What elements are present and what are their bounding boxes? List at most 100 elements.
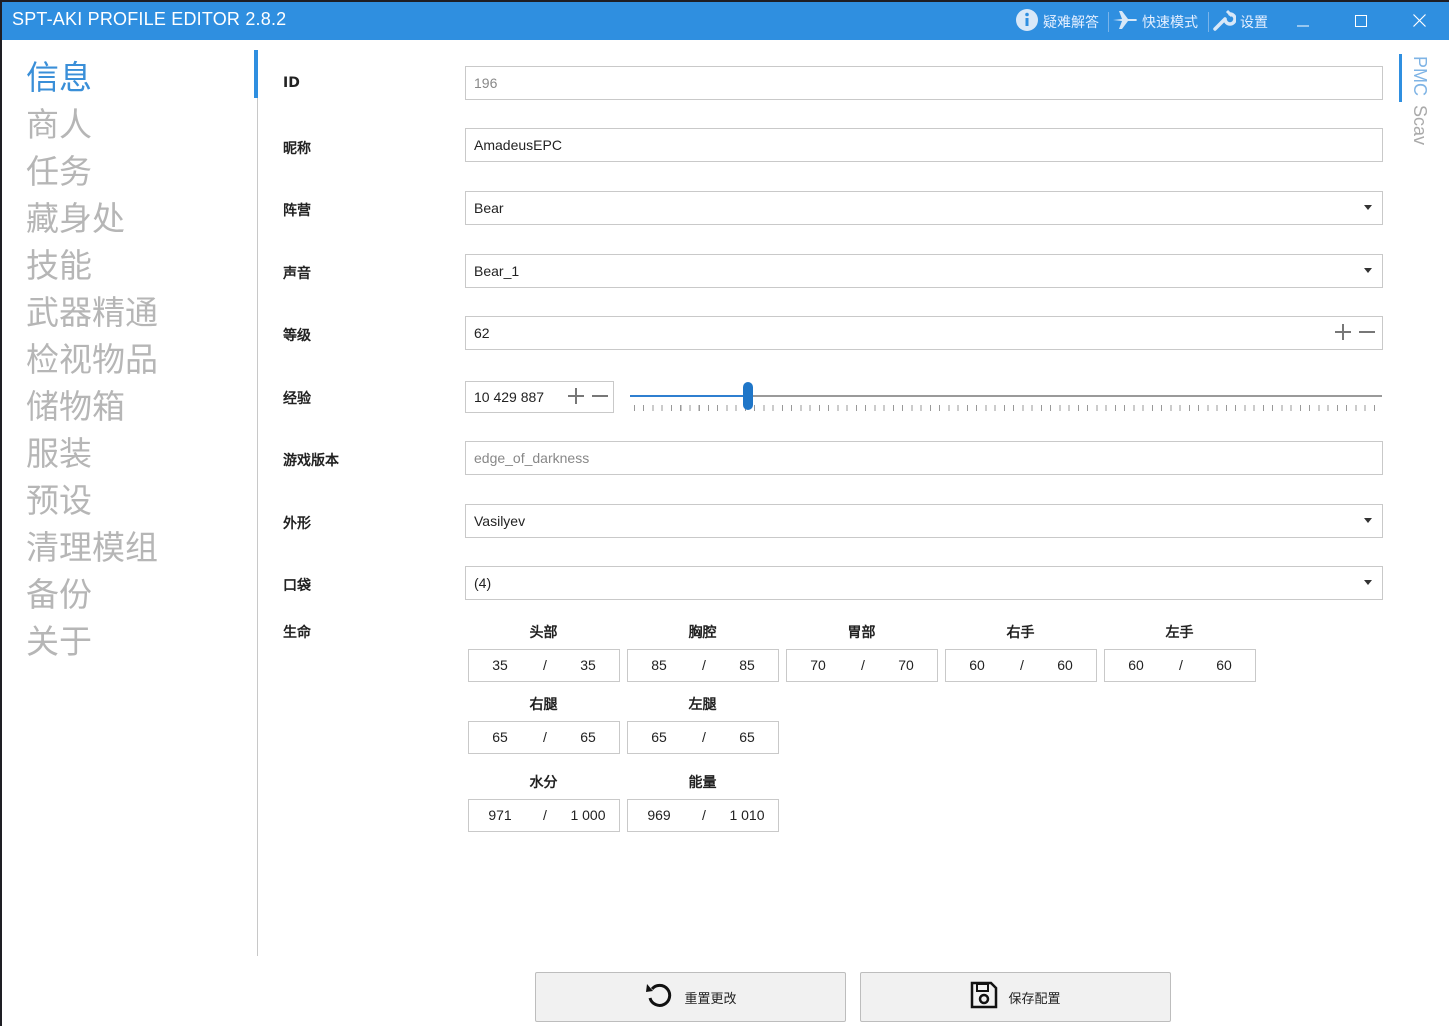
health-part-label: 能量	[688, 775, 717, 791]
pockets-select[interactable]: (4)	[465, 566, 1383, 600]
sidebar-item[interactable]: 技能	[26, 242, 158, 289]
health-max[interactable]: 85	[716, 657, 778, 673]
health-part-label: 胃部	[847, 625, 876, 641]
health-max[interactable]: 60	[1193, 657, 1255, 673]
sidebar-item[interactable]: 任务	[26, 148, 158, 195]
head-value: Vasilyev	[474, 513, 526, 529]
active-nav-indicator	[254, 50, 258, 98]
health-part-field[interactable]: 60 / 60	[945, 649, 1097, 682]
nickname-field[interactable]: AmadeusEPC	[465, 128, 1383, 162]
health-max[interactable]: 70	[875, 657, 937, 673]
health-part-field[interactable]: 60 / 60	[1104, 649, 1256, 682]
divider	[1108, 12, 1109, 32]
close-icon	[1412, 12, 1426, 31]
reset-button[interactable]: 重置更改	[535, 972, 846, 1022]
health-part-field[interactable]: 70 / 70	[786, 649, 938, 682]
level-value: 62	[474, 325, 490, 341]
health-current[interactable]: 85	[628, 657, 690, 673]
level-stepper[interactable]: 62	[465, 316, 1383, 350]
side-value: Bear	[474, 200, 504, 216]
sidebar-item[interactable]: 信息	[26, 54, 158, 101]
health-max[interactable]: 60	[1034, 657, 1096, 673]
tab-pmc[interactable]: PMC	[1410, 56, 1430, 96]
maximize-button[interactable]	[1332, 2, 1390, 40]
health-separator: /	[1179, 657, 1183, 673]
health-max[interactable]: 1 010	[716, 807, 778, 823]
health-separator: /	[543, 729, 547, 745]
voice-label: 声音	[283, 266, 311, 282]
id-field: 196	[465, 66, 1383, 100]
voice-value: Bear_1	[474, 263, 520, 279]
head-label: 外形	[283, 516, 311, 532]
voice-select[interactable]: Bear_1	[465, 254, 1383, 288]
health-part-label: 左手	[1165, 625, 1194, 641]
health-part-field[interactable]: 971 / 1 000	[468, 799, 620, 832]
game-version-field: edge_of_darkness	[465, 441, 1383, 475]
help-command[interactable]: 疑难解答	[1015, 9, 1099, 34]
health-part-field[interactable]: 969 / 1 010	[627, 799, 779, 832]
health-part-field[interactable]: 65 / 65	[627, 721, 779, 754]
health-max[interactable]: 35	[557, 657, 619, 673]
minimize-button[interactable]	[1274, 2, 1332, 40]
health-current[interactable]: 60	[1105, 657, 1167, 673]
chevron-down-icon	[1364, 580, 1372, 585]
health-separator: /	[543, 807, 547, 823]
health-part-field[interactable]: 65 / 65	[468, 721, 620, 754]
settings-command[interactable]: 设置	[1212, 8, 1268, 36]
sidebar-item[interactable]: 武器精通	[26, 289, 158, 336]
minimize-icon	[1297, 12, 1309, 31]
nickname-label: 昵称	[283, 141, 311, 157]
game-version-label: 游戏版本	[283, 453, 339, 469]
health-max[interactable]: 65	[557, 729, 619, 745]
id-label: ID	[283, 75, 300, 91]
slider-thumb[interactable]	[743, 382, 754, 410]
chevron-down-icon	[1364, 518, 1372, 523]
sidebar-item[interactable]: 预设	[26, 477, 158, 524]
health-part-label: 右腿	[529, 697, 558, 713]
health-part-field[interactable]: 35 / 35	[468, 649, 620, 682]
exp-slider[interactable]	[630, 382, 1382, 412]
wrench-icon	[1212, 8, 1237, 36]
health-current[interactable]: 60	[946, 657, 1008, 673]
health-part-label: 左腿	[688, 697, 717, 713]
health-current[interactable]: 70	[787, 657, 849, 673]
sidebar-item[interactable]: 备份	[26, 571, 158, 618]
minus-icon[interactable]	[591, 387, 609, 409]
sidebar-item[interactable]: 储物箱	[26, 383, 158, 430]
close-button[interactable]	[1390, 2, 1448, 40]
health-current[interactable]: 969	[628, 807, 690, 823]
health-max[interactable]: 65	[716, 729, 778, 745]
health-current[interactable]: 65	[628, 729, 690, 745]
fast-mode-command[interactable]: 快速模式	[1112, 10, 1198, 34]
health-part-label: 头部	[529, 625, 558, 641]
sidebar-item[interactable]: 服装	[26, 430, 158, 477]
profile-type-tabs: PMC Scav	[1399, 54, 1430, 154]
health-max[interactable]: 1 000	[557, 807, 619, 823]
divider	[1208, 12, 1209, 32]
sidebar-divider	[257, 50, 258, 956]
title-bar: SPT-AKI PROFILE EDITOR 2.8.2 疑难解答 快速模式 设…	[2, 2, 1449, 40]
health-part-field[interactable]: 85 / 85	[627, 649, 779, 682]
sidebar-item[interactable]: 关于	[26, 618, 158, 665]
exp-label: 经验	[283, 391, 311, 407]
health-current[interactable]: 971	[469, 807, 531, 823]
chevron-down-icon	[1364, 268, 1372, 273]
health-current[interactable]: 65	[469, 729, 531, 745]
sidebar-item[interactable]: 藏身处	[26, 195, 158, 242]
app-title: SPT-AKI PROFILE EDITOR 2.8.2	[12, 9, 287, 29]
sidebar-item[interactable]: 清理模组	[26, 524, 158, 571]
health-separator: /	[861, 657, 865, 673]
plus-icon[interactable]	[1334, 323, 1352, 345]
health-separator: /	[1020, 657, 1024, 673]
side-select[interactable]: Bear	[465, 191, 1383, 225]
save-button[interactable]: 保存配置	[860, 972, 1171, 1022]
tab-scav[interactable]: Scav	[1410, 105, 1430, 145]
exp-stepper[interactable]: 10 429 887	[465, 381, 614, 413]
sidebar-item[interactable]: 商人	[26, 101, 158, 148]
health-separator: /	[702, 729, 706, 745]
plus-icon[interactable]	[567, 387, 585, 409]
sidebar-item[interactable]: 检视物品	[26, 336, 158, 383]
head-select[interactable]: Vasilyev	[465, 504, 1383, 538]
minus-icon[interactable]	[1358, 323, 1376, 345]
health-current[interactable]: 35	[469, 657, 531, 673]
